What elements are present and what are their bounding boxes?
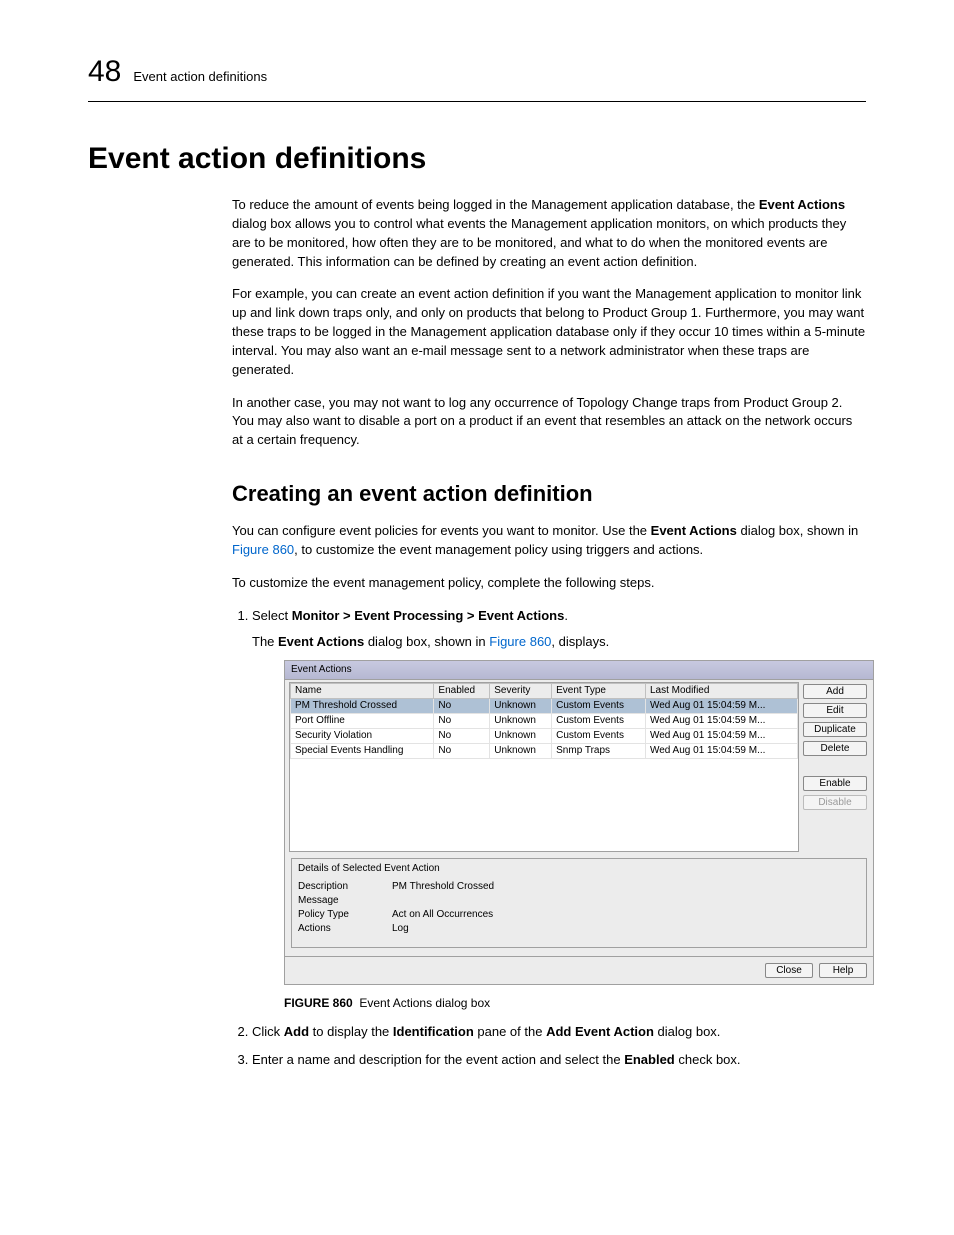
- figure-caption: FIGURE 860 Event Actions dialog box: [284, 995, 866, 1012]
- duplicate-button[interactable]: Duplicate: [803, 722, 867, 737]
- body-block-1: To reduce the amount of events being log…: [232, 196, 866, 1070]
- button-column: Add Edit Duplicate Delete Enable Disable: [803, 682, 873, 810]
- running-header: 48 Event action definitions: [88, 55, 866, 102]
- step-3: Enter a name and description for the eve…: [252, 1051, 866, 1070]
- close-button[interactable]: Close: [765, 963, 813, 978]
- col-last-modified[interactable]: Last Modified: [645, 684, 797, 699]
- chapter-number: 48: [88, 55, 121, 89]
- dialog-titlebar: Event Actions: [284, 660, 874, 680]
- table-row[interactable]: PM Threshold Crossed No Unknown Custom E…: [291, 699, 798, 714]
- add-button[interactable]: Add: [803, 684, 867, 699]
- figure-link[interactable]: Figure 860: [232, 542, 294, 557]
- col-severity[interactable]: Severity: [490, 684, 552, 699]
- chapter-title: Event action definitions: [133, 69, 267, 84]
- step-1: Select Monitor > Event Processing > Even…: [252, 607, 866, 1013]
- figure-link[interactable]: Figure 860: [489, 634, 551, 649]
- para-1: To reduce the amount of events being log…: [232, 196, 866, 271]
- details-panel: Details of Selected Event Action Descrip…: [291, 858, 867, 948]
- para-3: In another case, you may not want to log…: [232, 394, 866, 451]
- disable-button[interactable]: Disable: [803, 795, 867, 810]
- page: 48 Event action definitions Event action…: [0, 0, 954, 1235]
- heading-1: Event action definitions: [88, 142, 866, 176]
- para-4: You can configure event policies for eve…: [232, 522, 866, 560]
- step-2: Click Add to display the Identification …: [252, 1023, 866, 1042]
- table-row[interactable]: Special Events Handling No Unknown Snmp …: [291, 744, 798, 759]
- delete-button[interactable]: Delete: [803, 741, 867, 756]
- heading-2: Creating an event action definition: [232, 478, 866, 510]
- para-5: To customize the event management policy…: [232, 574, 866, 593]
- col-name[interactable]: Name: [291, 684, 434, 699]
- help-button[interactable]: Help: [819, 963, 867, 978]
- steps-list: Select Monitor > Event Processing > Even…: [232, 607, 866, 1071]
- event-table[interactable]: Name Enabled Severity Event Type Last Mo…: [289, 682, 799, 852]
- event-actions-dialog: Event Actions Name Enabled Severity Even…: [284, 660, 874, 985]
- dialog-footer: Close Help: [284, 957, 874, 985]
- details-title: Details of Selected Event Action: [298, 863, 860, 875]
- para-2: For example, you can create an event act…: [232, 285, 866, 379]
- table-row[interactable]: Port Offline No Unknown Custom Events We…: [291, 714, 798, 729]
- enable-button[interactable]: Enable: [803, 776, 867, 791]
- col-event-type[interactable]: Event Type: [552, 684, 646, 699]
- table-row[interactable]: Security Violation No Unknown Custom Eve…: [291, 729, 798, 744]
- edit-button[interactable]: Edit: [803, 703, 867, 718]
- step-1-body: The Event Actions dialog box, shown in F…: [252, 633, 866, 652]
- col-enabled[interactable]: Enabled: [434, 684, 490, 699]
